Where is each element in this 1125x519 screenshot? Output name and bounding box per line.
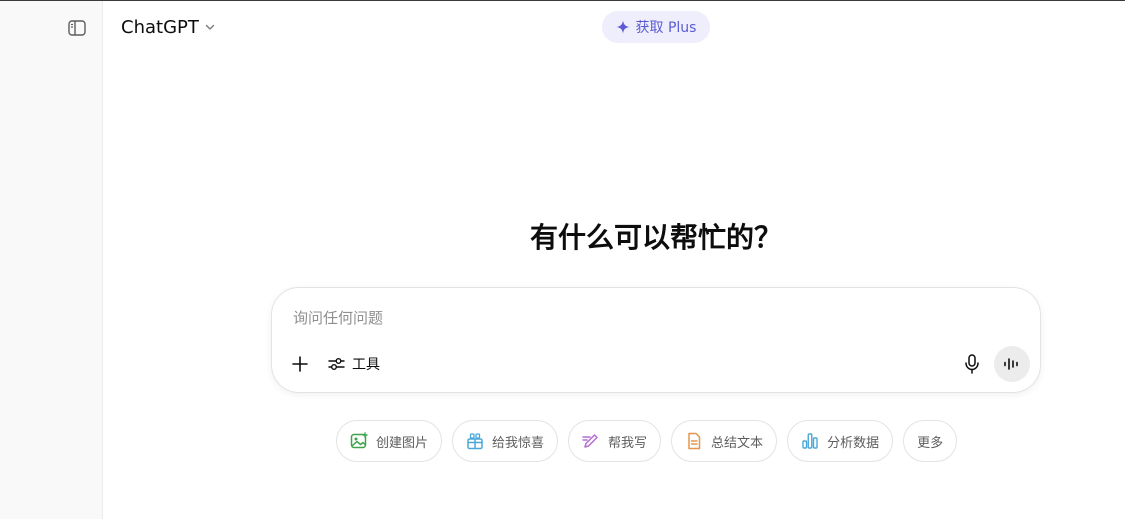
- model-switcher[interactable]: ChatGPT: [121, 14, 216, 40]
- app-root: ChatGPT 获取 Plus 有什么可以帮忙的？ 工具: [0, 0, 1125, 519]
- voice-mode-button[interactable]: [994, 346, 1030, 382]
- composer: 工具: [271, 287, 1041, 393]
- suggestion-chips: 创建图片 给我惊喜 帮我写 总结文本 分析数据 更多: [336, 420, 958, 462]
- model-name: ChatGPT: [121, 16, 199, 38]
- suggestion-label: 创建图片: [376, 435, 429, 451]
- document-icon: [688, 432, 701, 450]
- get-plus-label: 获取 Plus: [635, 20, 697, 36]
- plus-icon: [292, 356, 308, 372]
- image-icon: [350, 432, 368, 449]
- waveform-icon: [1004, 358, 1018, 370]
- suggestion-label: 分析数据: [827, 435, 880, 451]
- suggestion-label: 帮我写: [608, 435, 648, 451]
- suggestion-surprise-me[interactable]: 给我惊喜: [452, 420, 559, 462]
- gift-icon: [467, 433, 483, 450]
- pen-icon: [582, 434, 598, 448]
- suggestion-help-me-write[interactable]: 帮我写: [568, 420, 662, 462]
- suggestion-analyze-data[interactable]: 分析数据: [787, 420, 894, 462]
- prompt-input[interactable]: [293, 306, 893, 330]
- suggestion-label: 给我惊喜: [492, 435, 545, 451]
- suggestion-create-image[interactable]: 创建图片: [336, 420, 443, 462]
- tools-button[interactable]: 工具: [324, 350, 384, 378]
- sidebar-toggle-button[interactable]: [64, 15, 90, 41]
- bar-chart-icon: [802, 433, 818, 449]
- window-top-border: [0, 0, 1125, 1]
- chevron-down-icon: [205, 24, 215, 30]
- sliders-icon: [328, 358, 345, 370]
- suggestion-summarize-text[interactable]: 总结文本: [671, 420, 778, 462]
- tools-label: 工具: [352, 357, 380, 373]
- dictate-button[interactable]: [958, 350, 986, 378]
- suggestion-label: 总结文本: [711, 435, 764, 451]
- sidebar-icon: [68, 20, 86, 36]
- page-title: 有什么可以帮忙的？: [529, 221, 782, 254]
- get-plus-button[interactable]: 获取 Plus: [602, 11, 710, 43]
- microphone-icon: [965, 354, 979, 374]
- add-attachment-button[interactable]: [286, 350, 314, 378]
- suggestion-label: 更多: [917, 435, 944, 451]
- suggestion-more[interactable]: 更多: [903, 420, 958, 462]
- sparkle-icon: [616, 20, 630, 34]
- sidebar: [0, 1, 103, 519]
